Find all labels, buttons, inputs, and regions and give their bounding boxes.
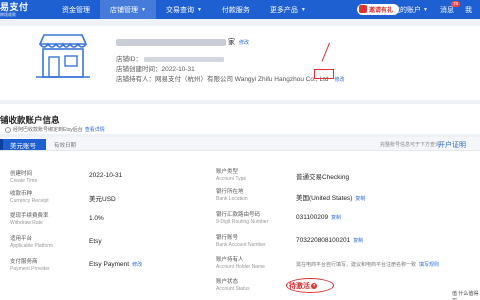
invite-label: 邀请有礼	[369, 8, 394, 14]
nav-item-label: 更多产品	[269, 6, 298, 14]
panel-note: 完整账号信息可于下方查询	[379, 142, 440, 148]
nav-item-stores[interactable]: 店铺管理 ▼	[100, 0, 156, 19]
edit-provider-link[interactable]: 修改	[132, 262, 142, 268]
nav-item-label: 交易查询	[165, 6, 194, 14]
my-account-menu[interactable]: 我的账户 ▼	[393, 0, 428, 19]
section-title: 铺收款账户信息	[0, 115, 60, 125]
logo-sub: 跨境收款	[0, 11, 16, 17]
field-label-create-time: 创建时间 Create Time	[10, 171, 38, 184]
view-details-link[interactable]: 查看详情	[85, 126, 105, 133]
chevron-down-icon: ▼	[423, 6, 428, 13]
field-value-routing-number: 031100209 复制	[296, 214, 342, 221]
field-label-bank-location: 银行所在地 Bank Location	[216, 189, 248, 202]
nav-item-payment-service[interactable]: 付款服务	[212, 0, 260, 19]
field-label-routing-number: 银行汇款路由号码 9-Digit Routing Number	[216, 212, 269, 225]
store-id: 店铺ID：	[116, 53, 224, 63]
watermark: 值 什么值得买	[452, 290, 480, 300]
top-nav: 易支付 跨境收款 资金管理 店铺管理 ▼ 交易查询 ▼ 付款服务 更多产品 ▼ …	[0, 0, 480, 19]
field-value-bank-account: 703220808100201 复制	[296, 237, 364, 244]
tab-usd-account[interactable]: 美元账号	[0, 139, 46, 150]
account-holder-note: 需在电商平台自行填写，建议和电商平台注册名称一致 填写规则	[296, 262, 440, 268]
nav-item-transactions[interactable]: 交易查询 ▼	[156, 0, 212, 19]
field-value-create-time: 2022-10-31	[89, 172, 123, 179]
gift-icon	[359, 5, 367, 13]
field-value-platform: Etsy	[89, 238, 102, 245]
field-value-account-type: 普通交易Checking	[296, 174, 350, 181]
store-name: 家 修改	[116, 37, 249, 47]
field-label-account-holder: 账户持有人 Account Holder Name	[216, 257, 265, 270]
panel-header: 美元账号 有效日期 完整账号信息可于下方查询 开户证明	[0, 137, 480, 151]
info-icon: !	[5, 126, 11, 133]
field-label-currency: 收款币种 Currency Receipt	[10, 191, 49, 204]
store-owner: 店铺持有人：网易支付（杭州）有限公司 Wangyi Zhifu Hangzhou…	[116, 76, 345, 83]
edit-owner-link[interactable]: 修改	[334, 77, 344, 83]
highlight-box	[314, 69, 334, 79]
my-account-label: 我的账户	[393, 6, 421, 14]
warning-line: ! 经阿巴收款账号绑定到Etsy后台 查看详情	[5, 126, 105, 133]
open-certificate-button[interactable]: 开户证明	[438, 140, 466, 150]
store-created: 店铺创建时间：2022-10-31	[116, 66, 195, 73]
message-badge: 78	[451, 1, 461, 7]
status-highlight-oval	[286, 278, 334, 293]
chevron-down-icon: ▼	[300, 6, 306, 13]
field-value-withdraw-rate: 1.0%	[89, 215, 104, 222]
logo[interactable]: 易支付 跨境收款	[0, 1, 50, 17]
edit-store-name-link[interactable]: 修改	[239, 40, 249, 46]
logo-main: 易支付	[0, 1, 29, 12]
chevron-down-icon: ▼	[141, 6, 146, 13]
field-value-bank-location: 美国(United States) 复制	[296, 195, 366, 202]
nav-item-more-products[interactable]: 更多产品 ▼	[260, 0, 316, 19]
fill-rules-link[interactable]: 填写规则	[419, 262, 439, 268]
field-label-account-status: 账户状态 Account Status	[216, 279, 250, 292]
chevron-down-icon: ▼	[196, 6, 202, 13]
store-id-redacted	[144, 56, 224, 62]
store-name-redacted	[116, 38, 226, 46]
field-value-currency: 美元USD	[89, 196, 116, 203]
field-label-platform: 适用平台 Applicable Platform	[10, 236, 54, 249]
copy-bank-account-button[interactable]: 复制	[353, 238, 363, 244]
field-label-bank-account: 银行账号 Bank Account Number	[216, 235, 266, 248]
field-value-payment-provider: Etsy Payment 修改	[89, 261, 143, 268]
user-label: 我	[465, 6, 472, 14]
nav-item-label: 付款服务	[221, 6, 250, 14]
panel-tag: 有效日期	[54, 143, 77, 149]
field-label-account-type: 账户类型 Account Type	[216, 169, 247, 182]
field-label-withdraw-rate: 提现手续费费率 Withdraw Rate	[10, 213, 49, 226]
nav-item-label: 资金管理	[62, 6, 90, 14]
field-label-payment-provider: 支付服务商 Payment Provider	[10, 259, 50, 272]
storefront-icon	[36, 34, 90, 78]
copy-routing-number-button[interactable]: 复制	[331, 215, 341, 221]
copy-bank-location-button[interactable]: 复制	[355, 196, 365, 202]
user-menu[interactable]: 我	[465, 0, 472, 19]
nav-item-funds[interactable]: 资金管理	[52, 0, 100, 19]
nav-item-label: 店铺管理	[110, 6, 138, 14]
